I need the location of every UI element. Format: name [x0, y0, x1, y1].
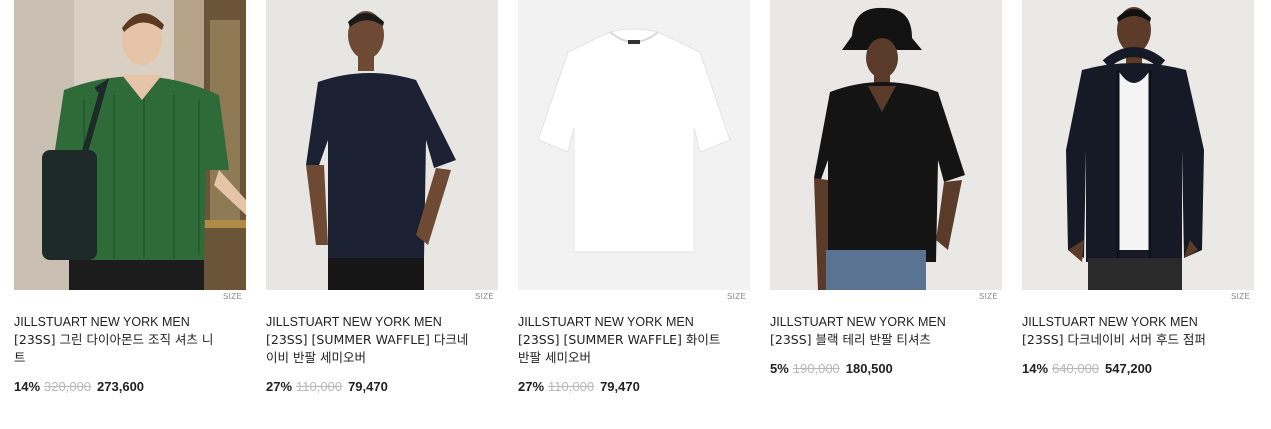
product-card[interactable]: SIZE JILLSTUART NEW YORK MEN [23SS] [SUM…	[518, 0, 750, 394]
product-card[interactable]: SIZE JILLSTUART NEW YORK MEN [23SS] [SUM…	[266, 0, 498, 394]
size-tag[interactable]: SIZE	[727, 292, 746, 301]
white-tshirt-photo-icon	[518, 0, 750, 290]
sale-price: 79,470	[600, 379, 640, 394]
sale-price: 79,470	[348, 379, 388, 394]
brand-name[interactable]: JILLSTUART NEW YORK MEN	[1022, 313, 1254, 331]
discount-rate: 14%	[14, 379, 41, 394]
product-info: JILLSTUART NEW YORK MEN [23SS] [SUMMER W…	[266, 313, 498, 396]
product-image[interactable]	[1022, 0, 1254, 290]
product-image[interactable]	[770, 0, 1002, 290]
brand-name[interactable]: JILLSTUART NEW YORK MEN	[266, 313, 498, 331]
product-card[interactable]: SIZE JILLSTUART NEW YORK MEN [23SS] 그린 다…	[14, 0, 246, 394]
original-price: 190,000	[792, 361, 840, 376]
discount-rate: 5%	[770, 361, 789, 376]
brand-name[interactable]: JILLSTUART NEW YORK MEN	[770, 313, 1002, 331]
original-price: 110,000	[548, 379, 595, 394]
original-price: 110,000	[296, 379, 343, 394]
price-row: 14% 320,000 273,600	[14, 378, 246, 396]
discount-rate: 14%	[1022, 361, 1049, 376]
black-terry-tshirt-photo-icon	[770, 0, 1002, 290]
brand-name[interactable]: JILLSTUART NEW YORK MEN	[518, 313, 750, 331]
product-name[interactable]: [23SS] 그린 다이아몬드 조직 셔츠 니트	[14, 331, 219, 367]
price-row: 14% 640,000 547,200	[1022, 360, 1254, 378]
size-tag[interactable]: SIZE	[223, 292, 242, 301]
price-row: 27% 110,000 79,470	[518, 378, 750, 396]
size-tag[interactable]: SIZE	[979, 292, 998, 301]
product-card[interactable]: SIZE JILLSTUART NEW YORK MEN [23SS] 다크네이…	[1022, 0, 1254, 376]
navy-tshirt-photo-icon	[266, 0, 498, 290]
product-name[interactable]: [23SS] 다크네이비 서머 후드 점퍼	[1022, 331, 1227, 349]
product-card[interactable]: SIZE JILLSTUART NEW YORK MEN [23SS] 블랙 테…	[770, 0, 1002, 376]
product-image[interactable]	[266, 0, 498, 290]
price-row: 5% 190,000 180,500	[770, 360, 1002, 378]
product-info: JILLSTUART NEW YORK MEN [23SS] 블랙 테리 반팔 …	[770, 313, 1002, 378]
sale-price: 547,200	[1105, 361, 1153, 376]
original-price: 320,000	[44, 379, 92, 394]
size-tag[interactable]: SIZE	[475, 292, 494, 301]
discount-rate: 27%	[518, 379, 545, 394]
product-info: JILLSTUART NEW YORK MEN [23SS] 그린 다이아몬드 …	[14, 313, 246, 396]
sale-price: 180,500	[845, 361, 893, 376]
product-image[interactable]	[518, 0, 750, 290]
original-price: 640,000	[1052, 361, 1100, 376]
product-image[interactable]	[14, 0, 246, 290]
product-name[interactable]: [23SS] [SUMMER WAFFLE] 화이트 반팔 세미오버	[518, 331, 723, 367]
product-name[interactable]: [23SS] [SUMMER WAFFLE] 다크네이비 반팔 세미오버	[266, 331, 471, 367]
brand-name[interactable]: JILLSTUART NEW YORK MEN	[14, 313, 246, 331]
price-row: 27% 110,000 79,470	[266, 378, 498, 396]
product-info: JILLSTUART NEW YORK MEN [23SS] 다크네이비 서머 …	[1022, 313, 1254, 378]
product-name[interactable]: [23SS] 블랙 테리 반팔 티셔츠	[770, 331, 975, 349]
green-knit-shirt-photo-icon	[14, 0, 246, 290]
navy-hood-jumper-photo-icon	[1022, 0, 1254, 290]
discount-rate: 27%	[266, 379, 293, 394]
product-info: JILLSTUART NEW YORK MEN [23SS] [SUMMER W…	[518, 313, 750, 396]
size-tag[interactable]: SIZE	[1231, 292, 1250, 301]
sale-price: 273,600	[97, 379, 145, 394]
